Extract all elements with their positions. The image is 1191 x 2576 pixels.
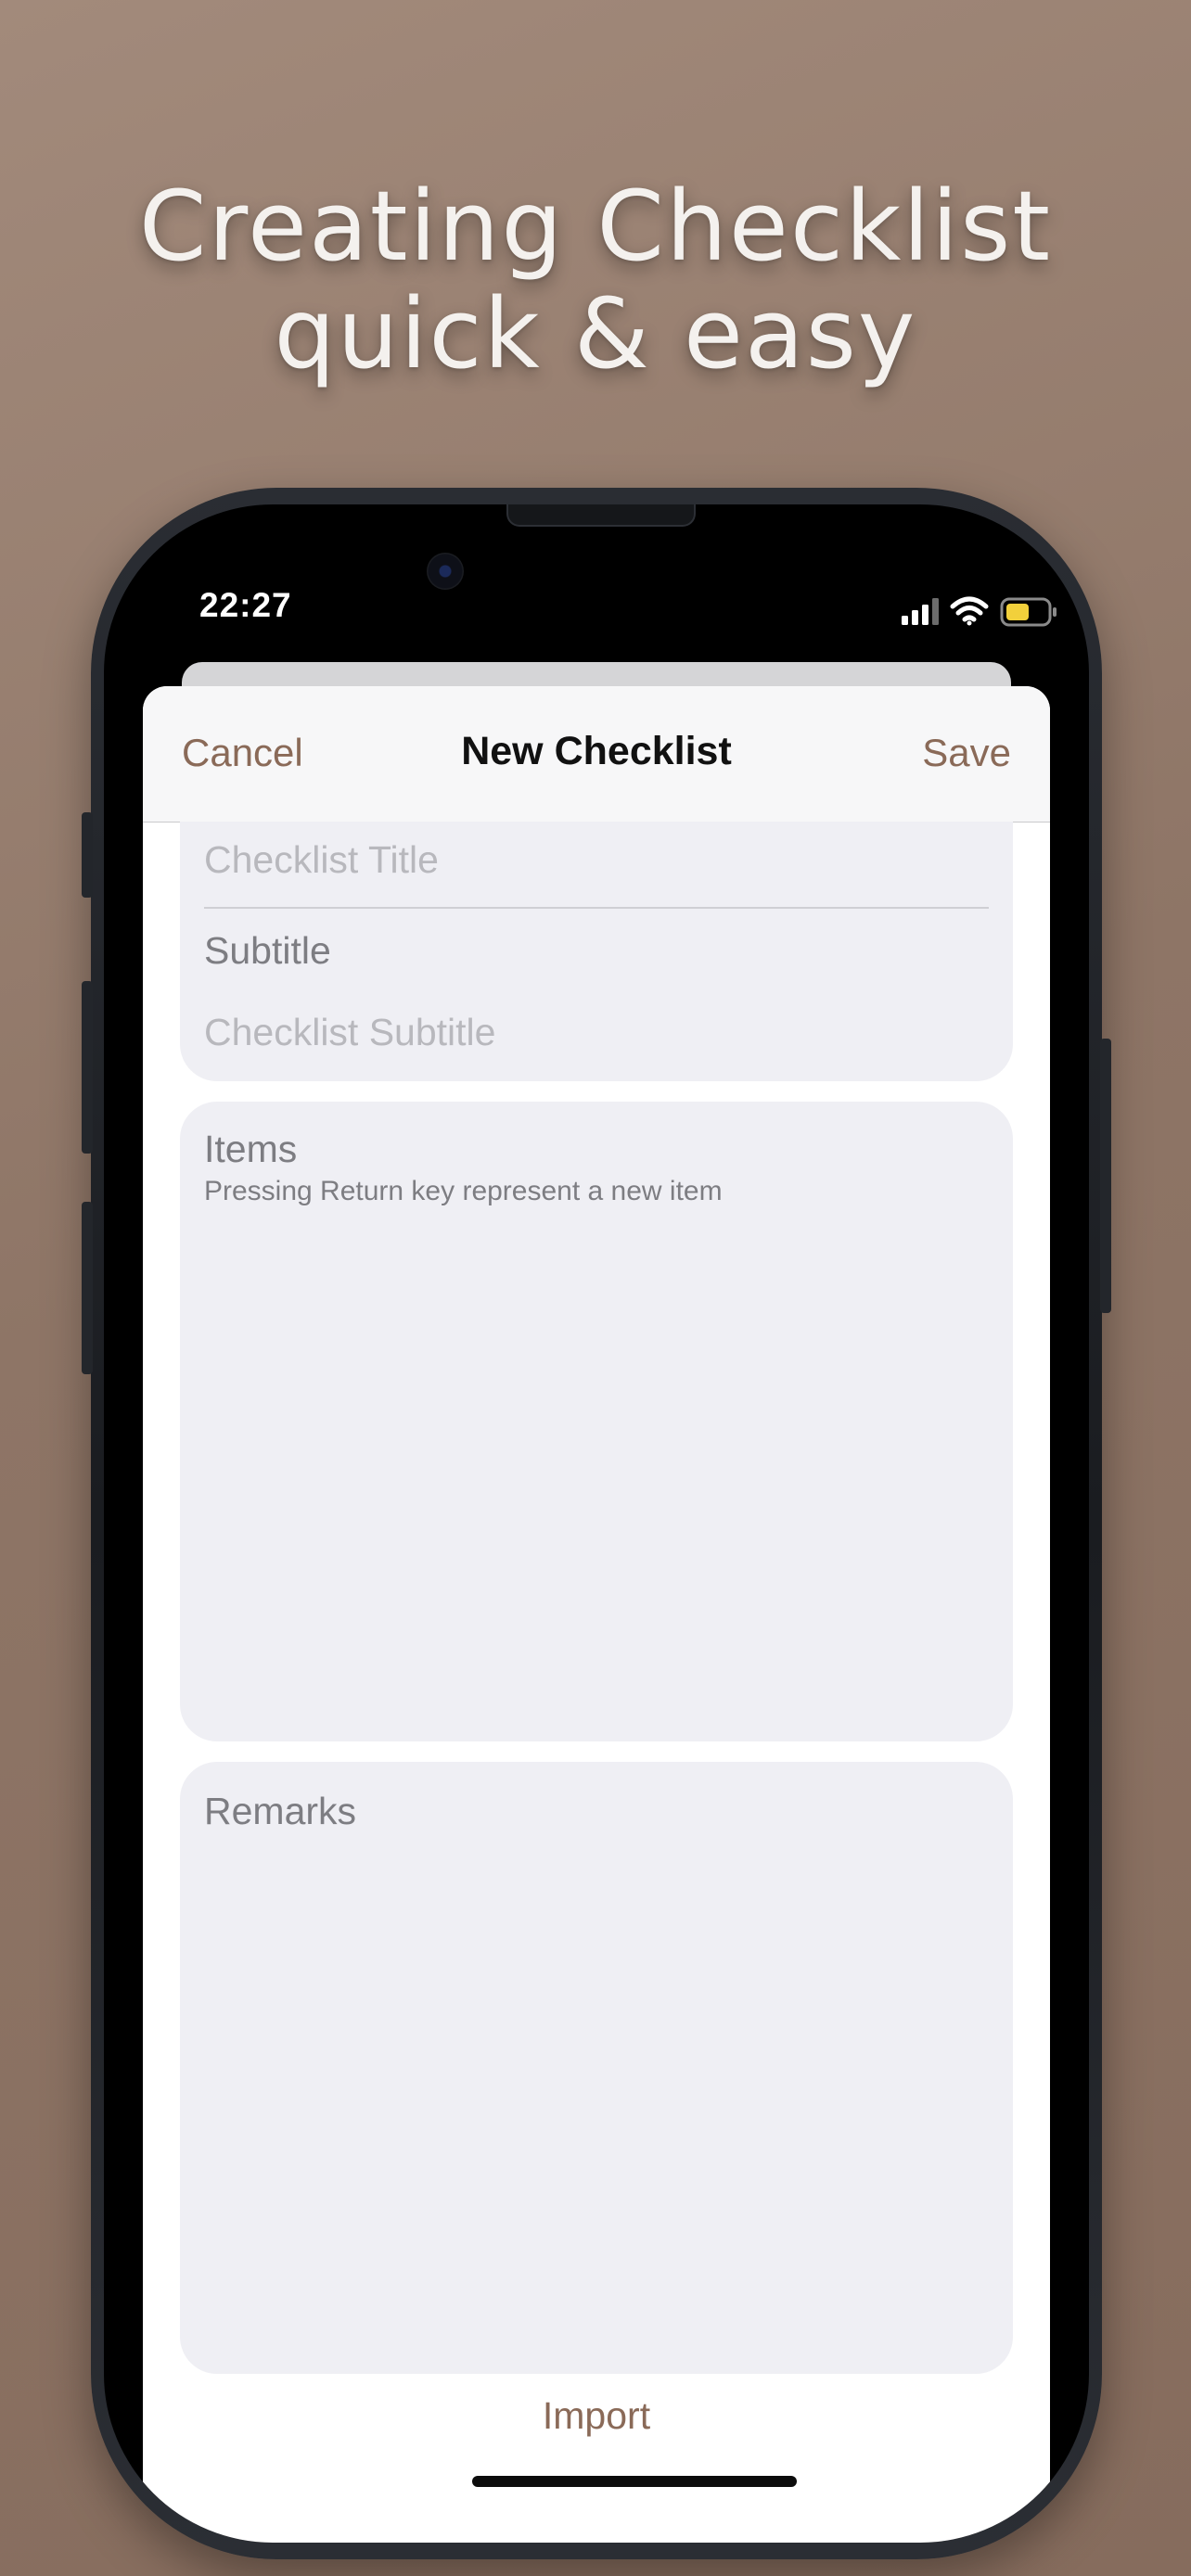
- checklist-subtitle-input[interactable]: Checklist Subtitle: [204, 1011, 495, 1054]
- cellular-signal-icon: [902, 598, 939, 625]
- items-hint: Pressing Return key represent a new item: [204, 1176, 723, 1206]
- new-checklist-sheet: Cancel New Checklist Save Checklist Titl…: [143, 686, 1050, 2543]
- volume-down-button: [82, 1202, 93, 1374]
- remarks-field[interactable]: Remarks: [180, 1762, 1013, 2374]
- silent-switch: [82, 812, 93, 898]
- checklist-title-input[interactable]: Checklist Title: [204, 838, 439, 882]
- status-time: 22:27: [199, 586, 292, 624]
- front-camera: [427, 553, 464, 590]
- headline-line-1: Creating Checklist: [138, 170, 1053, 283]
- phone-screen: 22:27 Cancel New Checklist Save Checklis…: [104, 504, 1089, 2543]
- items-label: Items: [204, 1128, 298, 1170]
- title-subtitle-card: Checklist Title Subtitle Checklist Subti…: [180, 822, 1013, 1081]
- import-button[interactable]: Import: [143, 2394, 1050, 2438]
- status-icons: [902, 596, 1057, 627]
- headline-line-2: quick & easy: [274, 277, 917, 390]
- remarks-label: Remarks: [204, 1790, 357, 1832]
- subtitle-label: Subtitle: [204, 929, 331, 972]
- battery-icon: [1000, 597, 1057, 627]
- field-divider: [204, 907, 989, 909]
- power-button: [1100, 1039, 1111, 1313]
- volume-up-button: [82, 981, 93, 1154]
- speaker-grille: [506, 504, 696, 527]
- save-button[interactable]: Save: [922, 731, 1011, 775]
- navigation-bar: Cancel New Checklist Save: [143, 686, 1050, 823]
- cancel-button[interactable]: Cancel: [182, 731, 303, 775]
- items-field[interactable]: Items Pressing Return key represent a ne…: [180, 1102, 1013, 1741]
- wifi-icon: [950, 596, 989, 626]
- home-indicator[interactable]: [472, 2476, 797, 2487]
